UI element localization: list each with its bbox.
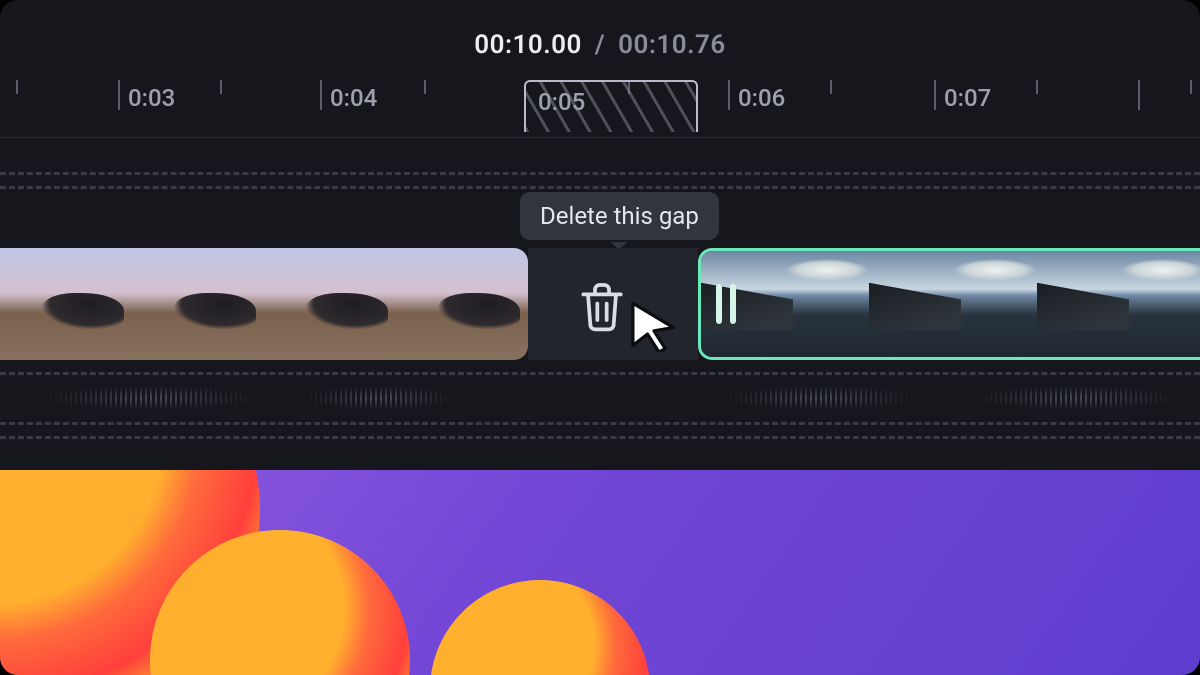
video-clip-left[interactable] bbox=[0, 248, 528, 360]
ruler-selection[interactable]: 0:05 bbox=[524, 80, 698, 132]
ruler-label: 0:04 bbox=[330, 84, 377, 112]
selection-label: 0:05 bbox=[538, 88, 585, 116]
timecode-display: 00:10.00 / 00:10.76 bbox=[0, 30, 1200, 60]
track-guide bbox=[0, 436, 1200, 439]
ruler-tick bbox=[16, 80, 18, 94]
track-guide bbox=[0, 372, 1200, 375]
gap-tooltip: Delete this gap bbox=[520, 192, 719, 240]
clip-thumbnails bbox=[0, 248, 528, 360]
pause-icon bbox=[730, 284, 736, 324]
track-guide bbox=[0, 186, 1200, 189]
track-guide bbox=[0, 422, 1200, 425]
track-guide bbox=[0, 172, 1200, 175]
ruler-tick bbox=[830, 80, 832, 94]
footer-graphic bbox=[0, 470, 1200, 675]
ruler-tick bbox=[320, 80, 322, 110]
ruler-tick bbox=[220, 80, 222, 94]
ruler-label: 0:06 bbox=[738, 84, 785, 112]
audio-waveform bbox=[40, 386, 260, 410]
ruler-tick bbox=[728, 80, 730, 110]
clip-thumbnails bbox=[701, 251, 1200, 357]
ruler-tick bbox=[118, 80, 120, 110]
ruler-baseline bbox=[0, 137, 1200, 138]
clip-frame bbox=[1037, 251, 1200, 357]
timecode-current: 00:10.00 bbox=[474, 30, 582, 60]
delete-gap-button[interactable] bbox=[574, 278, 630, 334]
clip-frame bbox=[396, 248, 528, 360]
timecode-separator: / bbox=[595, 30, 605, 60]
clip-frame bbox=[869, 251, 1037, 357]
pause-icon bbox=[716, 284, 722, 324]
ruler-tick bbox=[1036, 80, 1038, 94]
video-clip-right[interactable] bbox=[698, 248, 1200, 360]
tooltip-text: Delete this gap bbox=[540, 202, 699, 230]
video-editor-timeline: 00:10.00 / 00:10.76 0:03 0:04 0:06 0:07 … bbox=[0, 0, 1200, 675]
trash-icon bbox=[574, 278, 630, 334]
ruler-tick bbox=[934, 80, 936, 110]
ruler-label: 0:03 bbox=[128, 84, 175, 112]
clip-frame bbox=[132, 248, 264, 360]
decorative-blob bbox=[430, 580, 650, 675]
audio-track[interactable] bbox=[0, 378, 1200, 418]
ruler-label: 0:07 bbox=[944, 84, 991, 112]
clip-drag-handle[interactable] bbox=[710, 268, 742, 340]
timecode-total: 00:10.76 bbox=[618, 30, 726, 60]
clip-frame bbox=[0, 248, 132, 360]
ruler-tick bbox=[1190, 80, 1192, 94]
ruler-tick bbox=[1138, 80, 1140, 110]
audio-waveform bbox=[720, 386, 920, 410]
audio-waveform bbox=[970, 386, 1180, 410]
audio-waveform bbox=[300, 386, 460, 410]
clip-frame bbox=[264, 248, 396, 360]
ruler-tick bbox=[424, 80, 426, 94]
